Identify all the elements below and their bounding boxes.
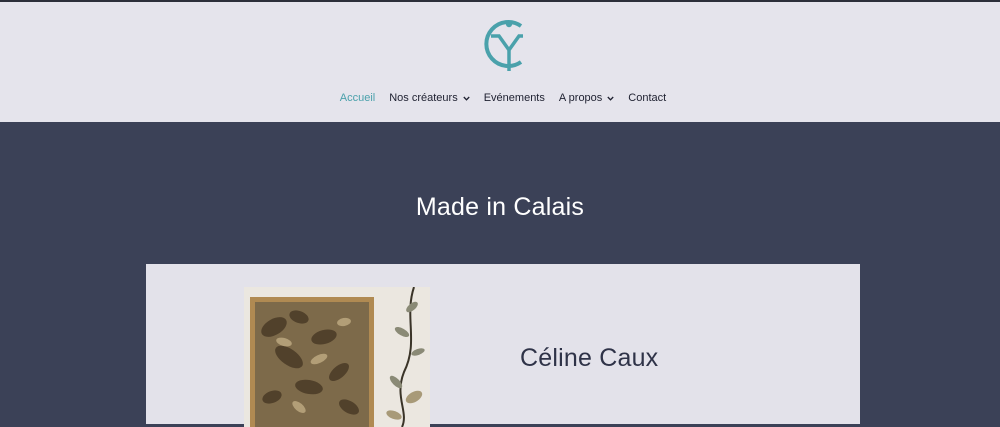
creator-card[interactable]: Céline Caux xyxy=(146,264,860,427)
site-header: Accueil Nos créateurs Evénements A propo… xyxy=(0,0,1000,122)
main-nav: Accueil Nos créateurs Evénements A propo… xyxy=(0,92,1000,104)
mc-monogram-logo[interactable] xyxy=(477,14,531,74)
nav-item-accueil[interactable]: Accueil xyxy=(340,92,375,104)
nav-item-evenements[interactable]: Evénements xyxy=(484,92,545,104)
nav-item-nos-createurs[interactable]: Nos créateurs xyxy=(389,92,470,104)
nav-item-contact[interactable]: Contact xyxy=(628,92,666,104)
nav-item-label: Accueil xyxy=(339,92,376,104)
chevron-down-icon xyxy=(463,96,470,101)
nav-item-a-propos[interactable]: A propos xyxy=(559,92,614,104)
nav-item-label: A propos xyxy=(558,92,603,104)
nav-item-label: Evénements xyxy=(483,92,545,104)
nav-item-label: Nos créateurs xyxy=(389,92,458,104)
creator-photo[interactable] xyxy=(244,287,430,427)
nav-item-label: Contact xyxy=(628,92,667,104)
creator-name[interactable]: Céline Caux xyxy=(520,344,658,373)
chevron-down-icon xyxy=(607,96,614,101)
page-title: Made in Calais xyxy=(415,193,585,221)
